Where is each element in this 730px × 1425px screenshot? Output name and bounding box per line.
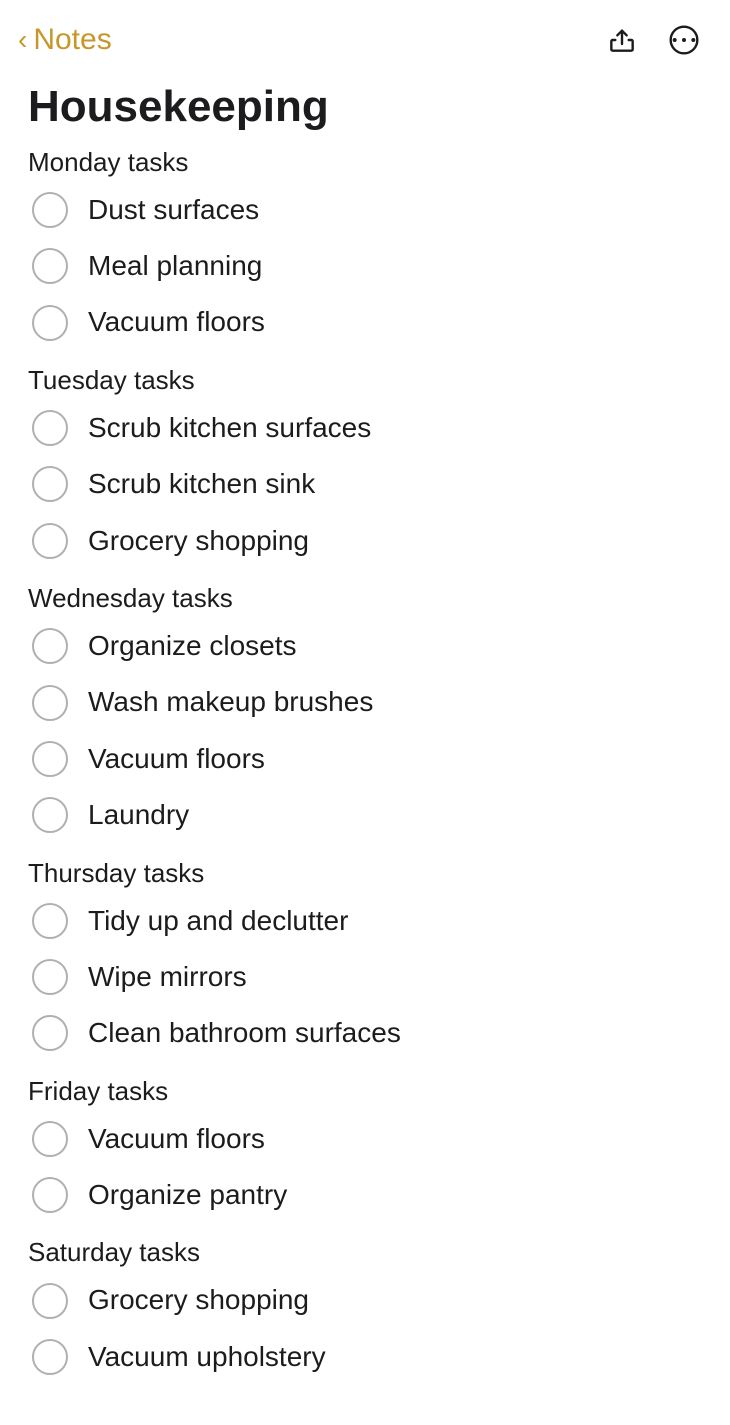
header-actions — [600, 18, 706, 62]
back-label: Notes — [33, 23, 111, 57]
note-content: Housekeeping Monday tasks Dust surfaces Me… — [0, 72, 730, 1425]
task-item: Vacuum upholstery — [28, 1329, 702, 1385]
section-tuesday: Tuesday tasks Scrub kitchen surfaces Scrub… — [28, 365, 702, 569]
task-label: Vacuum floors — [88, 741, 265, 777]
task-checkbox[interactable] — [32, 1283, 68, 1319]
section-header-saturday: Saturday tasks — [28, 1237, 702, 1268]
task-item: Wash makeup brushes — [28, 674, 702, 730]
task-item: Scrub kitchen sink — [28, 456, 702, 512]
section-monday: Monday tasks Dust surfaces Meal planning Va… — [28, 147, 702, 351]
task-item: Dust surfaces — [28, 182, 702, 238]
section-header-monday: Monday tasks — [28, 147, 702, 178]
ellipsis-icon — [668, 24, 700, 56]
task-checkbox[interactable] — [32, 1015, 68, 1051]
task-item: Tidy up and declutter — [28, 893, 702, 949]
share-button[interactable] — [600, 18, 644, 62]
task-checkbox[interactable] — [32, 466, 68, 502]
task-checkbox[interactable] — [32, 628, 68, 664]
task-checkbox[interactable] — [32, 523, 68, 559]
section-friday: Friday tasks Vacuum floors Organize pantry — [28, 1076, 702, 1224]
section-header-friday: Friday tasks — [28, 1076, 702, 1107]
task-checkbox[interactable] — [32, 410, 68, 446]
task-label: Dust surfaces — [88, 192, 259, 228]
task-checkbox[interactable] — [32, 741, 68, 777]
task-label: Wash makeup brushes — [88, 684, 373, 720]
task-item: Meal planning — [28, 238, 702, 294]
task-checkbox[interactable] — [32, 959, 68, 995]
task-item: Vacuum floors — [28, 294, 702, 350]
task-label: Laundry — [88, 797, 189, 833]
task-checkbox[interactable] — [32, 192, 68, 228]
task-checkbox[interactable] — [32, 1339, 68, 1375]
task-item: Laundry — [28, 787, 702, 843]
task-label: Meal planning — [88, 248, 262, 284]
task-item: Grocery shopping — [28, 513, 702, 569]
task-label: Organize pantry — [88, 1177, 287, 1213]
sections-container: Monday tasks Dust surfaces Meal planning Va… — [28, 147, 702, 1386]
section-header-tuesday: Tuesday tasks — [28, 365, 702, 396]
task-label: Vacuum floors — [88, 1121, 265, 1157]
task-item: Organize pantry — [28, 1167, 702, 1223]
task-checkbox[interactable] — [32, 1177, 68, 1213]
task-item: Clean bathroom surfaces — [28, 1005, 702, 1061]
task-label: Grocery shopping — [88, 523, 309, 559]
task-label: Wipe mirrors — [88, 959, 247, 995]
back-chevron-icon: ‹ — [18, 26, 27, 54]
task-item: Vacuum floors — [28, 1111, 702, 1167]
task-item: Wipe mirrors — [28, 949, 702, 1005]
task-label: Scrub kitchen surfaces — [88, 410, 371, 446]
back-button[interactable]: ‹ Notes — [18, 23, 112, 57]
section-header-wednesday: Wednesday tasks — [28, 583, 702, 614]
task-checkbox[interactable] — [32, 305, 68, 341]
task-label: Grocery shopping — [88, 1282, 309, 1318]
page-title: Housekeeping — [28, 82, 702, 133]
more-button[interactable] — [662, 18, 706, 62]
task-checkbox[interactable] — [32, 1121, 68, 1157]
task-checkbox[interactable] — [32, 903, 68, 939]
task-label: Clean bathroom surfaces — [88, 1015, 401, 1051]
task-item: Scrub kitchen surfaces — [28, 400, 702, 456]
task-checkbox[interactable] — [32, 685, 68, 721]
task-checkbox[interactable] — [32, 248, 68, 284]
share-icon — [606, 24, 638, 56]
task-item: Vacuum floors — [28, 731, 702, 787]
section-wednesday: Wednesday tasks Organize closets Wash make… — [28, 583, 702, 844]
task-label: Scrub kitchen sink — [88, 466, 315, 502]
task-label: Tidy up and declutter — [88, 903, 348, 939]
section-thursday: Thursday tasks Tidy up and declutter Wipe … — [28, 858, 702, 1062]
task-item: Organize closets — [28, 618, 702, 674]
header: ‹ Notes — [0, 0, 730, 72]
section-saturday: Saturday tasks Grocery shopping Vacuum uph… — [28, 1237, 702, 1385]
task-label: Organize closets — [88, 628, 297, 664]
section-header-thursday: Thursday tasks — [28, 858, 702, 889]
task-checkbox[interactable] — [32, 797, 68, 833]
task-label: Vacuum upholstery — [88, 1339, 326, 1375]
task-label: Vacuum floors — [88, 304, 265, 340]
task-item: Grocery shopping — [28, 1272, 702, 1328]
